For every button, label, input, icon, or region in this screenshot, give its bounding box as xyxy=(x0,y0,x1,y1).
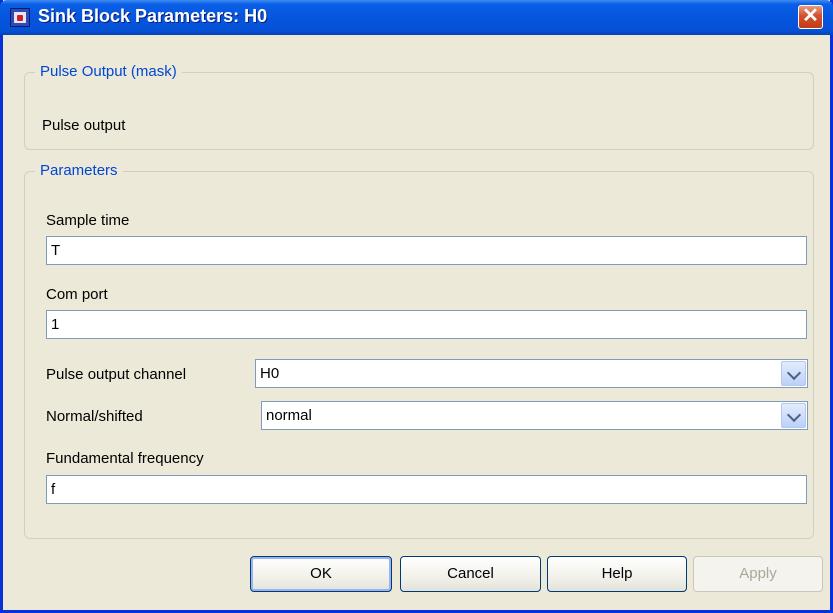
close-button[interactable]: ✕ xyxy=(798,5,823,29)
close-icon: ✕ xyxy=(802,5,819,27)
normal-shifted-value: normal xyxy=(266,407,312,424)
parameters-group-legend: Parameters xyxy=(35,162,123,180)
mask-group-legend: Pulse Output (mask) xyxy=(35,63,182,81)
help-button[interactable]: Help xyxy=(547,556,687,592)
sample-time-input[interactable]: T xyxy=(46,236,807,265)
normal-shifted-dropdown-button[interactable] xyxy=(781,403,806,428)
mask-group: Pulse Output (mask) Pulse output xyxy=(24,63,814,150)
chevron-down-icon xyxy=(786,407,802,423)
simulink-block-icon xyxy=(10,8,30,27)
apply-button[interactable]: Apply xyxy=(693,556,823,592)
mask-description: Pulse output xyxy=(42,117,126,134)
com-port-input[interactable]: 1 xyxy=(46,310,807,339)
ok-button[interactable]: OK xyxy=(250,556,392,592)
pulse-channel-dropdown-button[interactable] xyxy=(781,361,806,386)
pulse-channel-select[interactable]: H0 xyxy=(255,359,808,388)
cancel-button[interactable]: Cancel xyxy=(400,556,541,592)
fundamental-frequency-label: Fundamental frequency xyxy=(46,450,204,467)
chevron-down-icon xyxy=(786,365,802,381)
normal-shifted-select[interactable]: normal xyxy=(261,401,808,430)
parameters-group: Parameters Sample time T Com port 1 Puls… xyxy=(24,162,814,539)
pulse-channel-value: H0 xyxy=(260,365,280,382)
sample-time-label: Sample time xyxy=(46,212,130,229)
com-port-label: Com port xyxy=(46,286,108,303)
pulse-channel-label: Pulse output channel xyxy=(46,366,187,383)
fundamental-frequency-input[interactable]: f xyxy=(46,475,807,504)
normal-shifted-label: Normal/shifted xyxy=(46,408,143,425)
window-title: Sink Block Parameters: H0 xyxy=(38,6,268,26)
title-bar[interactable]: Sink Block Parameters: H0 ✕ xyxy=(0,0,833,35)
dialog-window: Sink Block Parameters: H0 ✕ Pulse Output… xyxy=(0,0,833,613)
